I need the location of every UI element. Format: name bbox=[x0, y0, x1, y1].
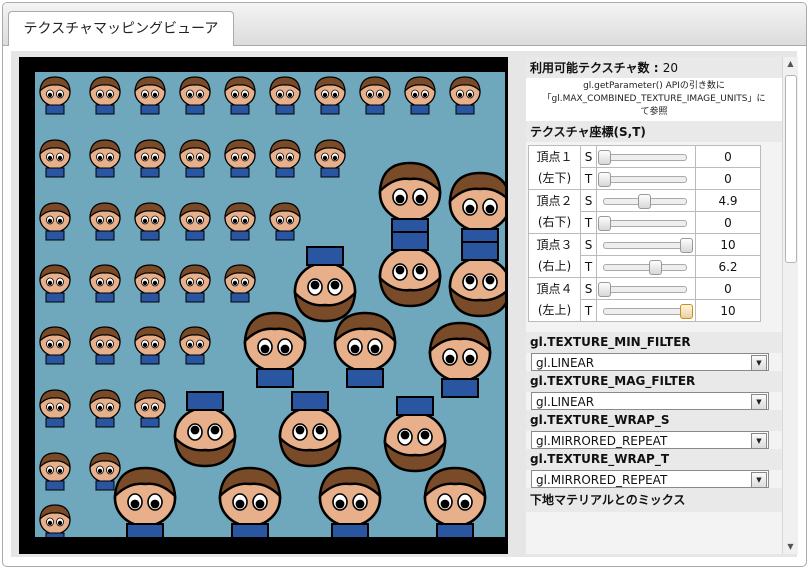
arrow-down-icon[interactable]: ▼ bbox=[783, 540, 798, 554]
wrap-s-label: gl.TEXTURE_WRAP_S bbox=[526, 410, 782, 431]
mag-filter-label: gl.TEXTURE_MAG_FILTER bbox=[526, 371, 782, 392]
texture-render bbox=[35, 72, 505, 537]
available-textures-label: 利用可能テクスチャ数 : bbox=[530, 61, 659, 75]
vertex-2-label: 頂点２ (右下) bbox=[528, 189, 581, 234]
vertex-name: 頂点４ bbox=[536, 281, 573, 296]
chevron-down-icon[interactable]: ▼ bbox=[751, 433, 767, 449]
vertex-4-label: 頂点４ (左上) bbox=[528, 277, 581, 322]
slider-thumb[interactable] bbox=[598, 150, 611, 165]
vertex-3-t-slider[interactable] bbox=[596, 255, 696, 278]
webgl-canvas[interactable] bbox=[35, 72, 505, 537]
table-row: 頂点１ (左下) S 0 bbox=[528, 145, 761, 190]
vertex-2-t-value: 0 bbox=[695, 211, 761, 234]
chevron-down-icon[interactable]: ▼ bbox=[751, 472, 767, 488]
mag-filter-value: gl.LINEAR bbox=[536, 395, 595, 409]
tab-texture-mapping-viewer[interactable]: テクスチャマッピングビューア bbox=[8, 11, 234, 46]
texture-coords-table: 頂点１ (左下) S 0 T 0 頂点２ (右下) S 4.9 T 0 頂点３ … bbox=[528, 145, 761, 322]
vertex-position: (右上) bbox=[537, 258, 572, 273]
vertex-name: 頂点２ bbox=[536, 193, 573, 208]
table-row: 頂点３ (右上) S 10 bbox=[528, 233, 761, 278]
slider-thumb[interactable] bbox=[598, 282, 611, 297]
vertex-1-t-value: 0 bbox=[695, 167, 761, 190]
panel-scrollbar[interactable]: ▲ ▼ bbox=[782, 57, 798, 554]
wrap-t-select[interactable]: gl.MIRRORED_REPEAT ▼ bbox=[531, 470, 769, 488]
axis-label: S bbox=[580, 189, 597, 212]
min-filter-label: gl.TEXTURE_MIN_FILTER bbox=[526, 332, 782, 353]
api-note: gl.getParameter() APIの引き数に 「gl.MAX_COMBI… bbox=[526, 78, 782, 121]
vertex-position: (左下) bbox=[537, 170, 572, 185]
min-filter-select[interactable]: gl.LINEAR ▼ bbox=[531, 353, 769, 371]
axis-label: S bbox=[580, 145, 597, 168]
settings-panel: 利用可能テクスチャ数 : 20 gl.getParameter() APIの引き… bbox=[526, 57, 782, 554]
axis-label: T bbox=[580, 299, 597, 322]
viewer-window: テクスチャマッピングビューア 利用可能テクスチャ数: 20 gl.getPar… bbox=[2, 2, 807, 567]
mix-header: 下地マテリアルとのミックス bbox=[526, 488, 782, 512]
vertex-position: (右下) bbox=[537, 214, 572, 229]
api-note-line2: 「gl.MAX_COMBINED_TEXTURE_IMAGE_UNITS」に bbox=[542, 94, 766, 104]
min-filter-value: gl.LINEAR bbox=[536, 356, 595, 370]
scrollbar-thumb[interactable] bbox=[785, 75, 797, 263]
vertex-1-t-slider[interactable] bbox=[596, 167, 696, 190]
vertex-position: (左上) bbox=[537, 302, 572, 317]
arrow-up-icon[interactable]: ▲ bbox=[783, 57, 798, 71]
api-note-line1: gl.getParameter() APIの引き数に bbox=[583, 81, 725, 91]
slider-thumb[interactable] bbox=[680, 304, 693, 319]
vertex-3-s-slider[interactable] bbox=[596, 233, 696, 256]
wrap-t-label: gl.TEXTURE_WRAP_T bbox=[526, 449, 782, 470]
vertex-4-t-value: 10 bbox=[695, 299, 761, 322]
axis-label: T bbox=[580, 167, 597, 190]
slider-thumb[interactable] bbox=[598, 216, 611, 231]
vertex-4-s-value: 0 bbox=[695, 277, 761, 300]
chevron-down-icon[interactable]: ▼ bbox=[751, 355, 767, 371]
available-textures-value: 20 bbox=[662, 61, 678, 75]
vertex-3-s-value: 10 bbox=[695, 233, 761, 256]
vertex-3-label: 頂点３ (右上) bbox=[528, 233, 581, 278]
available-textures: 利用可能テクスチャ数 : 20 bbox=[526, 57, 782, 78]
vertex-4-s-slider[interactable] bbox=[596, 277, 696, 300]
slider-thumb[interactable] bbox=[638, 194, 652, 209]
vertex-name: 頂点３ bbox=[536, 237, 573, 252]
vertex-3-t-value: 6.2 bbox=[695, 255, 761, 278]
texture-coords-header: テクスチャ座標(S,T) bbox=[526, 121, 782, 142]
vertex-4-t-slider[interactable] bbox=[596, 299, 696, 322]
vertex-2-t-slider[interactable] bbox=[596, 211, 696, 234]
wrap-s-value: gl.MIRRORED_REPEAT bbox=[536, 434, 668, 448]
table-row: 頂点４ (左上) S 0 bbox=[528, 277, 761, 322]
axis-label: T bbox=[580, 255, 597, 278]
table-row: 頂点２ (右下) S 4.9 bbox=[528, 189, 761, 234]
vertex-2-s-value: 4.9 bbox=[695, 189, 761, 212]
vertex-1-s-slider[interactable] bbox=[596, 145, 696, 168]
slider-thumb[interactable] bbox=[648, 260, 662, 275]
mag-filter-select[interactable]: gl.LINEAR ▼ bbox=[531, 392, 769, 410]
vertex-1-label: 頂点１ (左下) bbox=[528, 145, 581, 190]
axis-label: T bbox=[580, 211, 597, 234]
content-area: 利用可能テクスチャ数 : 20 gl.getParameter() APIの引き… bbox=[11, 51, 798, 557]
wrap-t-value: gl.MIRRORED_REPEAT bbox=[536, 473, 668, 487]
axis-label: S bbox=[580, 277, 597, 300]
vertex-1-s-value: 0 bbox=[695, 145, 761, 168]
vertex-name: 頂点１ bbox=[536, 149, 573, 164]
api-note-line3: て参照 bbox=[640, 107, 668, 117]
chevron-down-icon[interactable]: ▼ bbox=[751, 394, 767, 410]
axis-label: S bbox=[580, 233, 597, 256]
vertex-2-s-slider[interactable] bbox=[596, 189, 696, 212]
webgl-canvas-frame bbox=[19, 57, 508, 554]
slider-thumb[interactable] bbox=[598, 172, 611, 187]
tab-bar: テクスチャマッピングビューア bbox=[3, 3, 806, 46]
slider-thumb[interactable] bbox=[680, 238, 693, 253]
wrap-s-select[interactable]: gl.MIRRORED_REPEAT ▼ bbox=[531, 431, 769, 449]
